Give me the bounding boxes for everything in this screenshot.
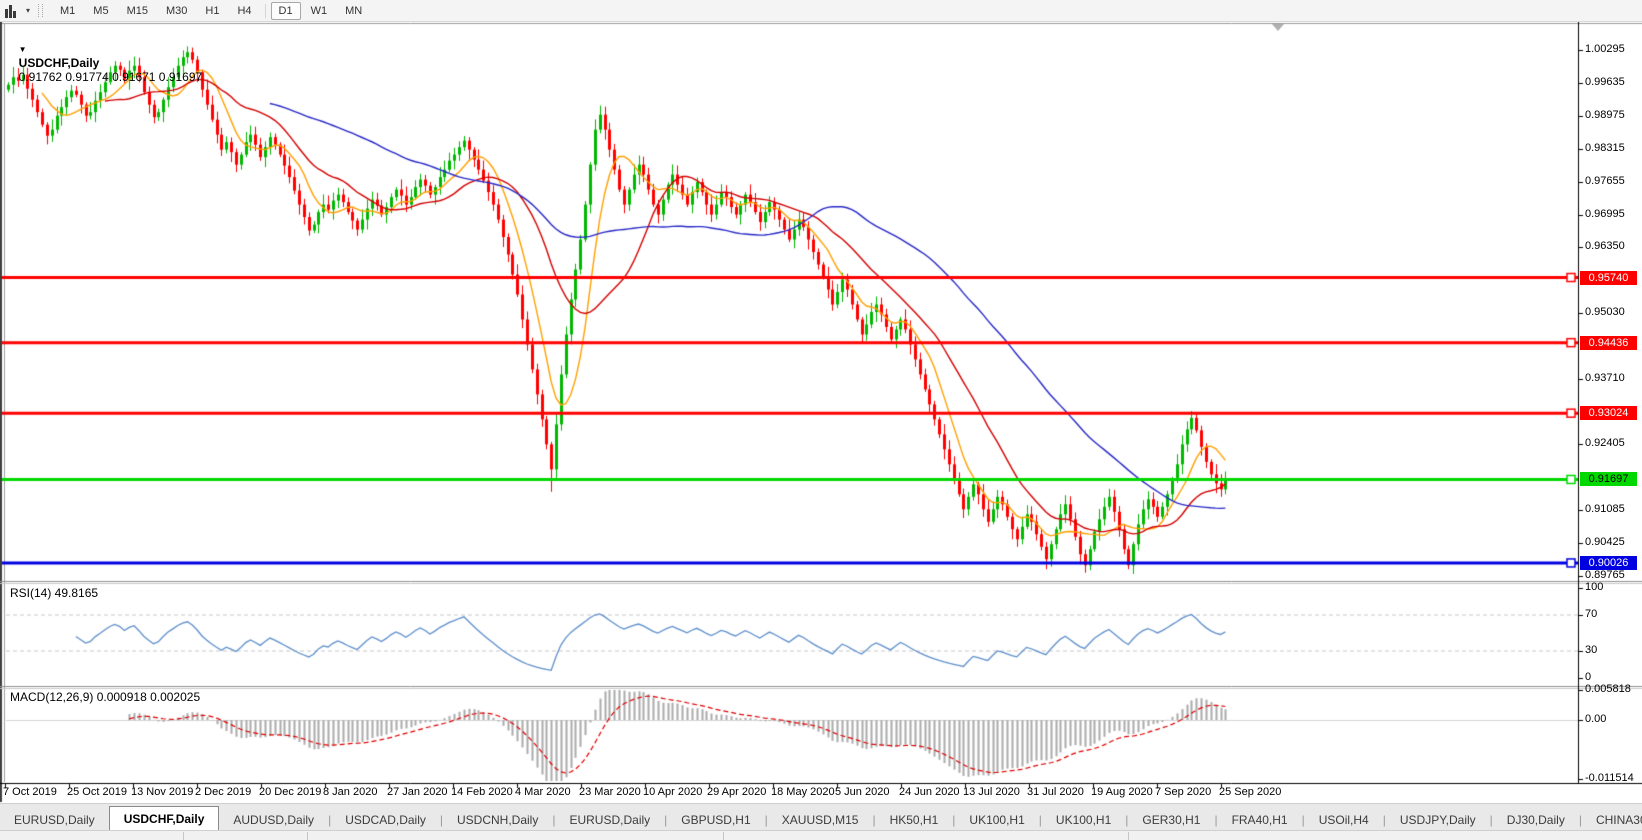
tab-usdcnh-daily[interactable]: USDCNH,Daily <box>443 810 552 831</box>
price-axis-tick: 0.98975 <box>1585 109 1625 121</box>
price-axis-tick: 0.93710 <box>1585 372 1625 384</box>
date-axis-label: 13 Jul 2020 <box>963 786 1020 798</box>
timeframe-button-m1[interactable]: M1 <box>52 2 83 20</box>
tab-china300-h1[interactable]: CHINA300,H1 <box>1582 810 1642 831</box>
timeframe-button-h1[interactable]: H1 <box>197 2 227 20</box>
price-axis-tick: 0.98315 <box>1585 142 1625 154</box>
price-line-label[interactable]: 0.94436 <box>1580 336 1637 350</box>
toolbar-separator <box>265 4 266 18</box>
price-axis-tick: 0.92405 <box>1585 437 1625 449</box>
tab-uk100-h1[interactable]: UK100,H1 <box>1042 810 1125 831</box>
symbol-period-label: USDCHF,Daily <box>19 56 100 70</box>
date-axis-label: 18 May 2020 <box>771 786 835 798</box>
ohlc-values: 0.91762 0.91774 0.91671 0.91697 <box>19 70 203 84</box>
timeframe-toolbar: ▾ M1M5M15M30H1H4 D1W1MN <box>0 0 1642 22</box>
timeframe-button-mn[interactable]: MN <box>337 2 370 20</box>
rsi-axis-tick: 70 <box>1585 608 1597 620</box>
price-line-label[interactable]: 0.93024 <box>1580 406 1637 420</box>
chart-type-icon[interactable] <box>3 2 25 19</box>
price-axis-tick: 1.00295 <box>1585 43 1625 55</box>
macd-axis-tick: 0.00 <box>1585 713 1606 725</box>
date-axis-label: 19 Aug 2020 <box>1091 786 1153 798</box>
tab-fra40-h1[interactable]: FRA40,H1 <box>1218 810 1302 831</box>
rsi-indicator-label: RSI(14) 49.8165 <box>10 586 98 600</box>
date-axis-label: 13 Nov 2019 <box>131 786 193 798</box>
tab-uk100-h1[interactable]: UK100,H1 <box>955 810 1038 831</box>
chart-title: ▼ USDCHF,Daily 0.91762 0.91774 0.91671 0… <box>12 28 202 84</box>
date-axis-label: 5 Jun 2020 <box>835 786 889 798</box>
rsi-axis-tick: 0 <box>1585 671 1591 683</box>
tab-eurusd-daily[interactable]: EURUSD,Daily <box>555 810 664 831</box>
timeframe-button-m5[interactable]: M5 <box>85 2 116 20</box>
timeframe-button-m15[interactable]: M15 <box>119 2 156 20</box>
date-axis-label: 4 Mar 2020 <box>515 786 571 798</box>
timeframe-button-w1[interactable]: W1 <box>303 2 336 20</box>
date-axis-label: 25 Oct 2019 <box>67 786 127 798</box>
tab-xauusd-m15[interactable]: XAUUSD,M15 <box>768 810 873 831</box>
rsi-axis-tick: 30 <box>1585 644 1597 656</box>
tab-usoil-h4[interactable]: USOil,H4 <box>1305 810 1383 831</box>
price-axis-tick: 0.96995 <box>1585 208 1625 220</box>
price-line-label[interactable]: 0.95740 <box>1580 271 1637 285</box>
date-axis-label: 23 Mar 2020 <box>579 786 641 798</box>
macd-indicator-label: MACD(12,26,9) 0.000918 0.002025 <box>10 690 200 704</box>
tab-eurusd-daily[interactable]: EURUSD,Daily <box>0 810 109 831</box>
timeframe-button-m30[interactable]: M30 <box>158 2 195 20</box>
price-line-label[interactable]: 0.91697 <box>1580 472 1637 486</box>
timeframe-button-h4[interactable]: H4 <box>229 2 259 20</box>
price-axis-tick: 0.91085 <box>1585 503 1625 515</box>
chevron-down-icon[interactable]: ▾ <box>26 6 30 15</box>
price-axis-tick: 0.96350 <box>1585 240 1625 252</box>
date-axis-label: 7 Sep 2020 <box>1155 786 1211 798</box>
date-axis-label: 31 Jul 2020 <box>1027 786 1084 798</box>
tab-ger30-h1[interactable]: GER30,H1 <box>1128 810 1214 831</box>
price-axis-tick: 0.89765 <box>1585 569 1625 581</box>
date-axis-label: 14 Feb 2020 <box>451 786 513 798</box>
date-axis-label: 29 Apr 2020 <box>707 786 766 798</box>
price-line-label[interactable]: 0.90026 <box>1580 556 1637 570</box>
rsi-axis-tick: 100 <box>1585 581 1603 593</box>
price-axis-tick: 0.97655 <box>1585 175 1625 187</box>
tab-usdchf-daily[interactable]: USDCHF,Daily <box>109 806 220 832</box>
chart-tab-bar: EURUSD,DailyUSDCHF,DailyAUDUSD,Daily|USD… <box>0 803 1642 832</box>
tab-audusd-daily[interactable]: AUDUSD,Daily <box>219 810 328 831</box>
date-axis-label: 10 Apr 2020 <box>643 786 702 798</box>
tab-usdcad-daily[interactable]: USDCAD,Daily <box>331 810 440 831</box>
tab-hk50-h1[interactable]: HK50,H1 <box>876 810 953 831</box>
toolbar-grip <box>38 4 43 17</box>
price-axis-tick: 0.90425 <box>1585 536 1625 548</box>
date-axis-label: 7 Oct 2019 <box>3 786 57 798</box>
price-axis-tick: 0.95030 <box>1585 306 1625 318</box>
tab-gbpusd-h1[interactable]: GBPUSD,H1 <box>667 810 764 831</box>
price-axis-tick: 0.99635 <box>1585 76 1625 88</box>
date-axis-label: 20 Dec 2019 <box>259 786 321 798</box>
macd-axis-tick: -0.011514 <box>1585 772 1634 784</box>
symbol-dropdown-icon[interactable]: ▼ <box>19 45 27 54</box>
date-axis-label: 27 Jan 2020 <box>387 786 448 798</box>
macd-axis-tick: 0.005818 <box>1585 683 1631 695</box>
tab-usdjpy-daily[interactable]: USDJPY,Daily <box>1386 810 1490 831</box>
date-axis-label: 8 Jan 2020 <box>323 786 377 798</box>
chart-canvas[interactable] <box>0 0 1642 839</box>
date-axis-label: 24 Jun 2020 <box>899 786 960 798</box>
date-axis-label: 25 Sep 2020 <box>1219 786 1281 798</box>
tab-dj30-daily[interactable]: DJ30,Daily <box>1493 810 1579 831</box>
timeframe-button-d1[interactable]: D1 <box>271 2 301 20</box>
date-axis-label: 2 Dec 2019 <box>195 786 251 798</box>
